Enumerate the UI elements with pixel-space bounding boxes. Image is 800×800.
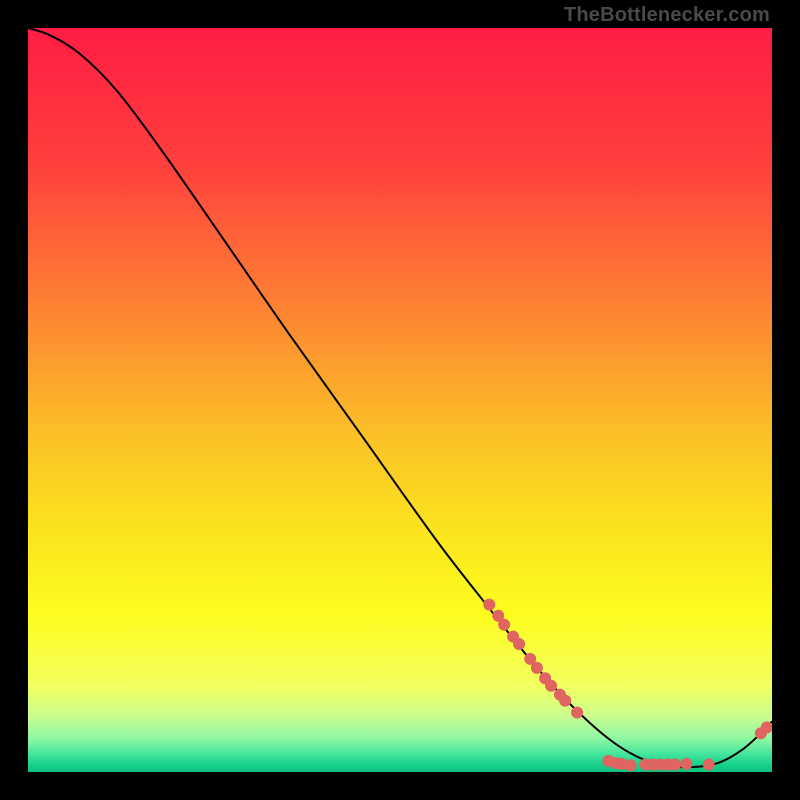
data-point: [498, 619, 510, 631]
data-point: [513, 638, 525, 650]
watermark-label: TheBottleneсker.com: [564, 4, 770, 27]
data-point: [703, 759, 715, 771]
data-point: [531, 662, 543, 674]
chart-overlay: [28, 28, 772, 772]
data-point: [669, 759, 681, 771]
chart-points: [483, 599, 772, 772]
chart-stage: TheBottleneсker.com: [0, 0, 800, 800]
data-point: [559, 695, 571, 707]
data-point: [545, 680, 557, 692]
plot-area: [28, 28, 772, 772]
chart-line: [28, 28, 772, 767]
data-point: [625, 759, 637, 771]
data-point: [483, 599, 495, 611]
data-point: [680, 758, 692, 770]
data-point: [571, 706, 583, 718]
